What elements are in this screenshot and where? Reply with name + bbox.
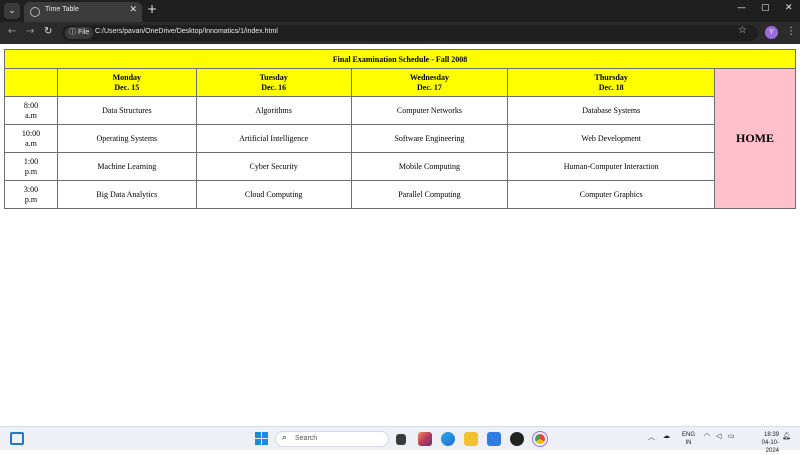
day-header-tuesday: Tuesday Dec. 16 — [195, 68, 352, 97]
subject-cell: Algorithms — [195, 96, 352, 125]
subject-cell: Data Structures — [56, 96, 197, 125]
tab-title: Time Table — [45, 6, 79, 13]
chevron-up-icon[interactable]: ︿ — [648, 432, 655, 442]
address-bar[interactable]: ⓘ File C:/Users/pavan/OneDrive/Desktop/I… — [62, 25, 758, 41]
close-window-button[interactable]: ✕ — [785, 3, 793, 13]
subject-cell: Operating Systems — [56, 124, 197, 153]
search-placeholder: Search — [295, 435, 318, 442]
subject-cell: Computer Networks — [350, 96, 509, 125]
volume-icon[interactable]: ◁ — [716, 432, 721, 440]
tab-time-table[interactable]: Time Table ✕ — [24, 2, 142, 22]
subject-cell: Web Development — [507, 124, 716, 153]
taskbar: ⌕ Search ︿ ☁ ENG IN ◠ ◁ ▭ 18:39 04-10-20… — [0, 426, 800, 454]
file-explorer-icon[interactable] — [464, 432, 478, 446]
notification-bell-icon[interactable]: 🔔︎ — [782, 432, 791, 440]
subject-cell: Software Engineering — [350, 124, 509, 153]
day-header-monday: Monday Dec. 15 — [56, 68, 197, 97]
widgets-icon[interactable] — [10, 432, 24, 445]
time-cell: 8:00 a.m — [4, 96, 58, 125]
language-indicator[interactable]: ENG IN — [682, 431, 695, 447]
start-button[interactable] — [255, 432, 268, 445]
store-icon[interactable] — [487, 432, 501, 446]
tab-search-button[interactable]: ⌄ — [4, 3, 20, 19]
table-row: 10:00 a.m Operating Systems Artificial In… — [4, 124, 796, 153]
task-view-icon[interactable] — [396, 434, 406, 445]
menu-kebab-icon[interactable]: ⋮ — [786, 26, 796, 37]
new-tab-button[interactable]: + — [147, 2, 157, 16]
system-clock[interactable]: 18:39 04-10-2024 — [753, 431, 779, 455]
dell-icon[interactable] — [510, 432, 524, 446]
subject-cell: Human-Computer Interaction — [507, 152, 716, 181]
page-viewport: Final Examination Schedule - Fall 2008 M… — [0, 44, 800, 426]
home-cell: HOME — [714, 68, 796, 209]
tab-bar: ⌄ Time Table ✕ + — ▢ ✕ — [0, 0, 800, 22]
forward-arrow-icon[interactable]: → — [26, 26, 34, 37]
time-cell: 10:00 a.m — [4, 124, 58, 153]
time-cell: 3:00 p.m — [4, 180, 58, 209]
battery-icon[interactable]: ▭ — [728, 432, 735, 440]
taskbar-search[interactable]: ⌕ Search — [275, 431, 389, 447]
wifi-icon[interactable]: ◠ — [704, 432, 710, 440]
edge-icon[interactable] — [441, 432, 455, 446]
subject-cell: Big Data Analytics — [56, 180, 197, 209]
profile-avatar[interactable]: Y — [765, 26, 778, 39]
table-row: 8:00 a.m Data Structures Algorithms Compu… — [4, 96, 796, 125]
bookmark-star-icon[interactable]: ☆ — [738, 25, 747, 36]
chrome-icon[interactable] — [532, 431, 548, 447]
site-info-chip[interactable]: ⓘ File — [65, 27, 94, 39]
search-icon: ⌕ — [282, 433, 288, 443]
table-row: 3:00 p.m Big Data Analytics Cloud Computi… — [4, 180, 796, 209]
browser-toolbar: ← → ↻ ⓘ File C:/Users/pavan/OneDrive/Des… — [0, 22, 800, 44]
exam-schedule-table: Final Examination Schedule - Fall 2008 M… — [4, 49, 796, 209]
corner-cell — [4, 68, 58, 97]
globe-icon — [30, 7, 40, 17]
subject-cell: Database Systems — [507, 96, 716, 125]
subject-cell: Artificial Intelligence — [195, 124, 352, 153]
subject-cell: Machine Learning — [56, 152, 197, 181]
subject-cell: Cyber Security — [195, 152, 352, 181]
subject-cell: Mobile Computing — [350, 152, 509, 181]
subject-cell: Parallel Computing — [350, 180, 509, 209]
copilot-icon[interactable] — [418, 432, 432, 446]
schedule-title: Final Examination Schedule - Fall 2008 — [4, 49, 796, 69]
table-row: 1:00 p.m Machine Learning Cyber Security … — [4, 152, 796, 181]
tab-close-button[interactable]: ✕ — [129, 5, 137, 15]
minimize-button[interactable]: — — [737, 3, 746, 13]
subject-cell: Cloud Computing — [195, 180, 352, 209]
day-header-wednesday: Wednesday Dec. 17 — [350, 68, 509, 97]
reload-icon[interactable]: ↻ — [44, 26, 52, 37]
subject-cell: Computer Graphics — [507, 180, 716, 209]
time-cell: 1:00 p.m — [4, 152, 58, 181]
back-arrow-icon[interactable]: ← — [8, 26, 16, 37]
url-text[interactable]: C:/Users/pavan/OneDrive/Desktop/Innomati… — [95, 28, 278, 35]
day-header-thursday: Thursday Dec. 18 — [507, 68, 716, 97]
network-cloud-icon[interactable]: ☁ — [663, 432, 670, 440]
maximize-button[interactable]: ▢ — [761, 3, 770, 13]
